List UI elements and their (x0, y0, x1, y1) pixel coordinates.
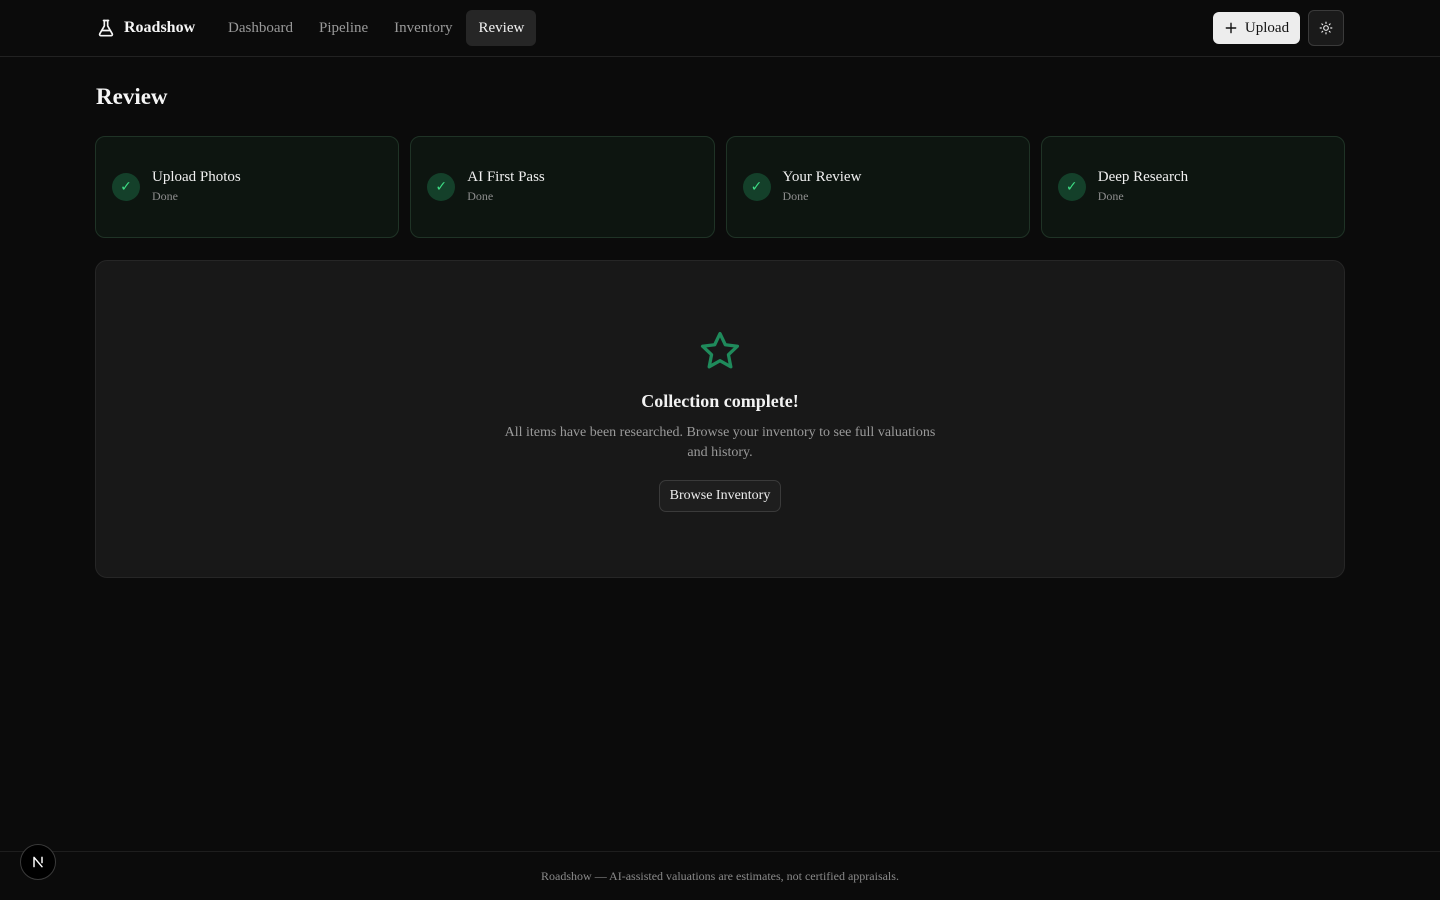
complete-title: Collection complete! (641, 391, 799, 411)
check-icon: ✓ (1057, 173, 1086, 201)
nav-item-dashboard[interactable]: Dashboard (216, 10, 305, 46)
step-card-upload-photos: ✓ Upload Photos Done (95, 136, 400, 238)
nav-item-review[interactable]: Review (466, 10, 537, 46)
footer-disclaimer: Roadshow — AI-assisted valuations are es… (541, 868, 899, 883)
nav-item-inventory[interactable]: Inventory (382, 10, 464, 46)
step-status: Done (467, 189, 494, 203)
main-nav: Dashboard Pipeline Inventory Review (216, 10, 537, 46)
dev-tools-button[interactable] (20, 844, 56, 880)
brand-logo-link[interactable]: Roadshow (96, 0, 195, 56)
brand-name: Roadshow (124, 19, 196, 36)
complete-description: All items have been researched. Browse y… (504, 425, 936, 460)
upload-button-label: Upload (1244, 19, 1290, 36)
step-title: Your Review (782, 169, 862, 185)
nav-item-pipeline[interactable]: Pipeline (307, 10, 380, 46)
browse-inventory-button[interactable]: Browse Inventory (658, 480, 782, 512)
step-status: Done (152, 189, 178, 203)
step-status: Done (1097, 189, 1124, 203)
page-title: Review (96, 84, 168, 109)
check-icon: ✓ (427, 173, 456, 201)
pipeline-steps: ✓ Upload Photos Done ✓ AI First Pass Don… (95, 136, 1345, 238)
plus-icon (1225, 22, 1237, 34)
top-navbar: Roadshow Dashboard Pipeline Inventory Re… (0, 0, 1440, 57)
step-title: Deep Research (1097, 169, 1189, 185)
step-title: AI First Pass (467, 169, 545, 185)
step-card-your-review: ✓ Your Review Done (725, 136, 1030, 238)
check-icon: ✓ (112, 173, 140, 201)
flask-icon (98, 19, 114, 37)
collection-complete-panel: Collection complete! All items have been… (95, 260, 1345, 578)
star-icon (700, 331, 740, 369)
footer: Roadshow — AI-assisted valuations are es… (0, 851, 1440, 900)
n-logo-icon (33, 856, 43, 868)
check-icon: ✓ (742, 173, 771, 201)
step-card-ai-first-pass: ✓ AI First Pass Done (410, 136, 715, 238)
step-title: Upload Photos (152, 169, 241, 185)
step-card-deep-research: ✓ Deep Research Done (1040, 136, 1345, 238)
sun-icon (1319, 21, 1333, 35)
theme-toggle-button[interactable] (1308, 10, 1344, 46)
upload-button[interactable]: Upload (1213, 12, 1300, 44)
step-status: Done (782, 189, 809, 203)
